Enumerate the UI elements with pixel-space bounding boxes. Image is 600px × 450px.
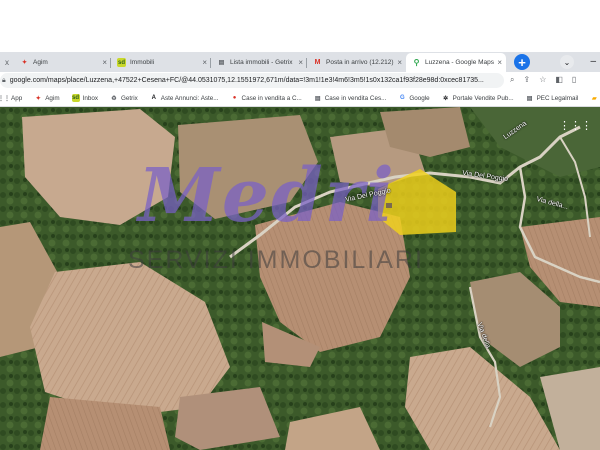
bookmark-label: Case in vendita a C... bbox=[241, 94, 302, 102]
minimize-icon[interactable]: – bbox=[590, 56, 596, 67]
doc-icon: ▤ bbox=[314, 95, 321, 102]
tab-close-icon[interactable]: x bbox=[5, 58, 9, 67]
address-bar[interactable]: 🔒︎ google.com/maps/place/Luzzena,+47522+… bbox=[0, 73, 504, 88]
tab-close-icon[interactable]: × bbox=[397, 58, 402, 67]
bookmark-label: Aste Annunci: Aste... bbox=[160, 94, 219, 102]
tab-search-button[interactable]: ⌄ bbox=[560, 55, 574, 69]
agim-icon: ✦ bbox=[21, 60, 28, 66]
tab-title: Luzzena - Google Maps bbox=[425, 59, 495, 66]
extensions-icon[interactable]: ◧ bbox=[555, 75, 563, 85]
tab-gmail[interactable]: M Posta in arrivo (12.212) × bbox=[307, 53, 406, 72]
tab-immobili[interactable]: sd Immobili × bbox=[111, 53, 211, 72]
gear-icon: ✲ bbox=[443, 95, 449, 102]
tab-close-icon[interactable]: × bbox=[102, 58, 107, 67]
tab-title: Lista immobili - Getrix bbox=[230, 59, 293, 66]
tab-close-icon[interactable]: × bbox=[298, 58, 303, 67]
bookmark-case-vendita-1[interactable]: ● Case in vendita a C... bbox=[231, 94, 302, 102]
bookmark-label: Agim bbox=[45, 94, 60, 102]
apps-grid-icon[interactable]: ⋮⋮⋮ bbox=[559, 119, 592, 132]
doc-icon: ▤ bbox=[218, 60, 225, 66]
getrix-icon: ♻ bbox=[111, 95, 117, 102]
satellite-imagery bbox=[0, 107, 600, 450]
bookmark-case-vendita-2[interactable]: ▤ Case in vendita Ces... bbox=[314, 94, 387, 102]
map-pin-icon: ⚲ bbox=[413, 58, 420, 67]
window-top-margin bbox=[0, 0, 600, 52]
agim-icon: ✦ bbox=[35, 95, 41, 102]
bookmark-label: Case in vendita Ces... bbox=[324, 94, 387, 102]
bookmark-label: Inbox bbox=[82, 94, 98, 102]
new-tab-button[interactable]: + bbox=[514, 54, 530, 70]
apps-grid-icon: ⋮⋮ bbox=[0, 95, 10, 102]
tab-title: Agim bbox=[33, 59, 48, 66]
aste-icon: A bbox=[151, 95, 156, 101]
bookmark-label: PEC Legalmail bbox=[536, 94, 579, 102]
url-text[interactable]: google.com/maps/place/Luzzena,+47522+Ces… bbox=[10, 77, 484, 84]
bookmarks-bar: ⋮⋮ App ✦ Agim sd Inbox ♻ Getrix A Aste A… bbox=[0, 90, 600, 107]
star-icon[interactable]: ☆ bbox=[539, 75, 546, 85]
folder-icon: ▰ bbox=[591, 95, 597, 102]
building bbox=[386, 203, 392, 208]
sidebar-icon[interactable]: ▯ bbox=[572, 75, 576, 85]
tab-close-icon[interactable]: × bbox=[497, 58, 502, 67]
address-bar-row: 🔒︎ google.com/maps/place/Luzzena,+47522+… bbox=[0, 72, 600, 90]
tab-title: Immobili bbox=[130, 59, 155, 66]
sd-icon: sd bbox=[117, 58, 126, 67]
bookmark-aste[interactable]: A Aste Annunci: Aste... bbox=[150, 94, 219, 102]
bookmark-label: Google bbox=[409, 94, 430, 102]
tab-close-icon[interactable]: × bbox=[202, 58, 207, 67]
lock-icon[interactable]: 🔒︎ bbox=[2, 77, 6, 85]
bookmark-label: Getrix bbox=[120, 94, 138, 102]
tab-partial[interactable]: x bbox=[0, 53, 14, 72]
bookmark-agim[interactable]: ✦ Agim bbox=[34, 94, 60, 102]
tab-strip: x ✦ Agim × sd Immobili × ▤ Lista immobil… bbox=[0, 52, 600, 72]
tab-title: Posta in arrivo (12.212) bbox=[326, 59, 394, 66]
bookmark-google[interactable]: G Google bbox=[398, 94, 430, 102]
bookmark-folder[interactable]: ▰ Al bbox=[590, 94, 600, 102]
search-icon[interactable]: ⌕ bbox=[510, 75, 514, 85]
bookmark-getrix[interactable]: ♻ Getrix bbox=[110, 94, 138, 102]
tab-agim[interactable]: ✦ Agim × bbox=[14, 53, 111, 72]
gmail-icon: M bbox=[314, 59, 321, 66]
doc-icon: ▤ bbox=[526, 95, 533, 102]
tab-lista-immobili[interactable]: ▤ Lista immobili - Getrix × bbox=[211, 53, 307, 72]
sd-icon: sd bbox=[71, 94, 80, 102]
tab-google-maps[interactable]: ⚲ Luzzena - Google Maps × bbox=[406, 53, 506, 72]
bookmark-label: Portale Vendite Pub... bbox=[452, 94, 514, 102]
bookmark-label: App bbox=[11, 94, 23, 102]
google-icon: G bbox=[400, 95, 405, 101]
bookmark-apps[interactable]: ⋮⋮ App bbox=[0, 94, 22, 102]
satellite-map[interactable]: Medri SERVIZI IMMOBILIARI Via Del Poggio… bbox=[0, 107, 600, 450]
bookmark-inbox[interactable]: sd Inbox bbox=[71, 94, 98, 102]
bookmark-pec-legalmail[interactable]: ▤ PEC Legalmail bbox=[526, 94, 579, 102]
red-circle-icon: ● bbox=[232, 95, 237, 101]
share-icon[interactable]: ⇪ bbox=[523, 75, 530, 85]
address-bar-actions: ⌕ ⇪ ☆ ◧ ▯ bbox=[510, 75, 576, 85]
bookmark-portale-vendite[interactable]: ✲ Portale Vendite Pub... bbox=[442, 94, 514, 102]
